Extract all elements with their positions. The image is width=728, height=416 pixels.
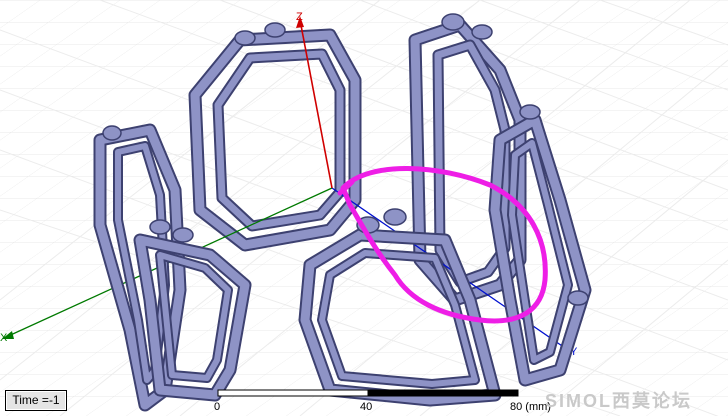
scale-tick-0: 0	[214, 401, 220, 413]
scale-tick-40: 40	[360, 401, 372, 413]
z-axis-label: Z	[296, 11, 303, 23]
watermark-logo: SIMOL西莫论坛	[545, 391, 692, 411]
3d-viewport[interactable]: Z Y X 0 40 80 (mm)	[0, 0, 728, 416]
time-label: Time =-1	[5, 390, 67, 411]
background-grid	[0, 0, 728, 416]
viewport-canvas[interactable]: Z Y X 0 40 80 (mm)	[0, 0, 728, 416]
x-axis-label: X	[0, 332, 8, 344]
